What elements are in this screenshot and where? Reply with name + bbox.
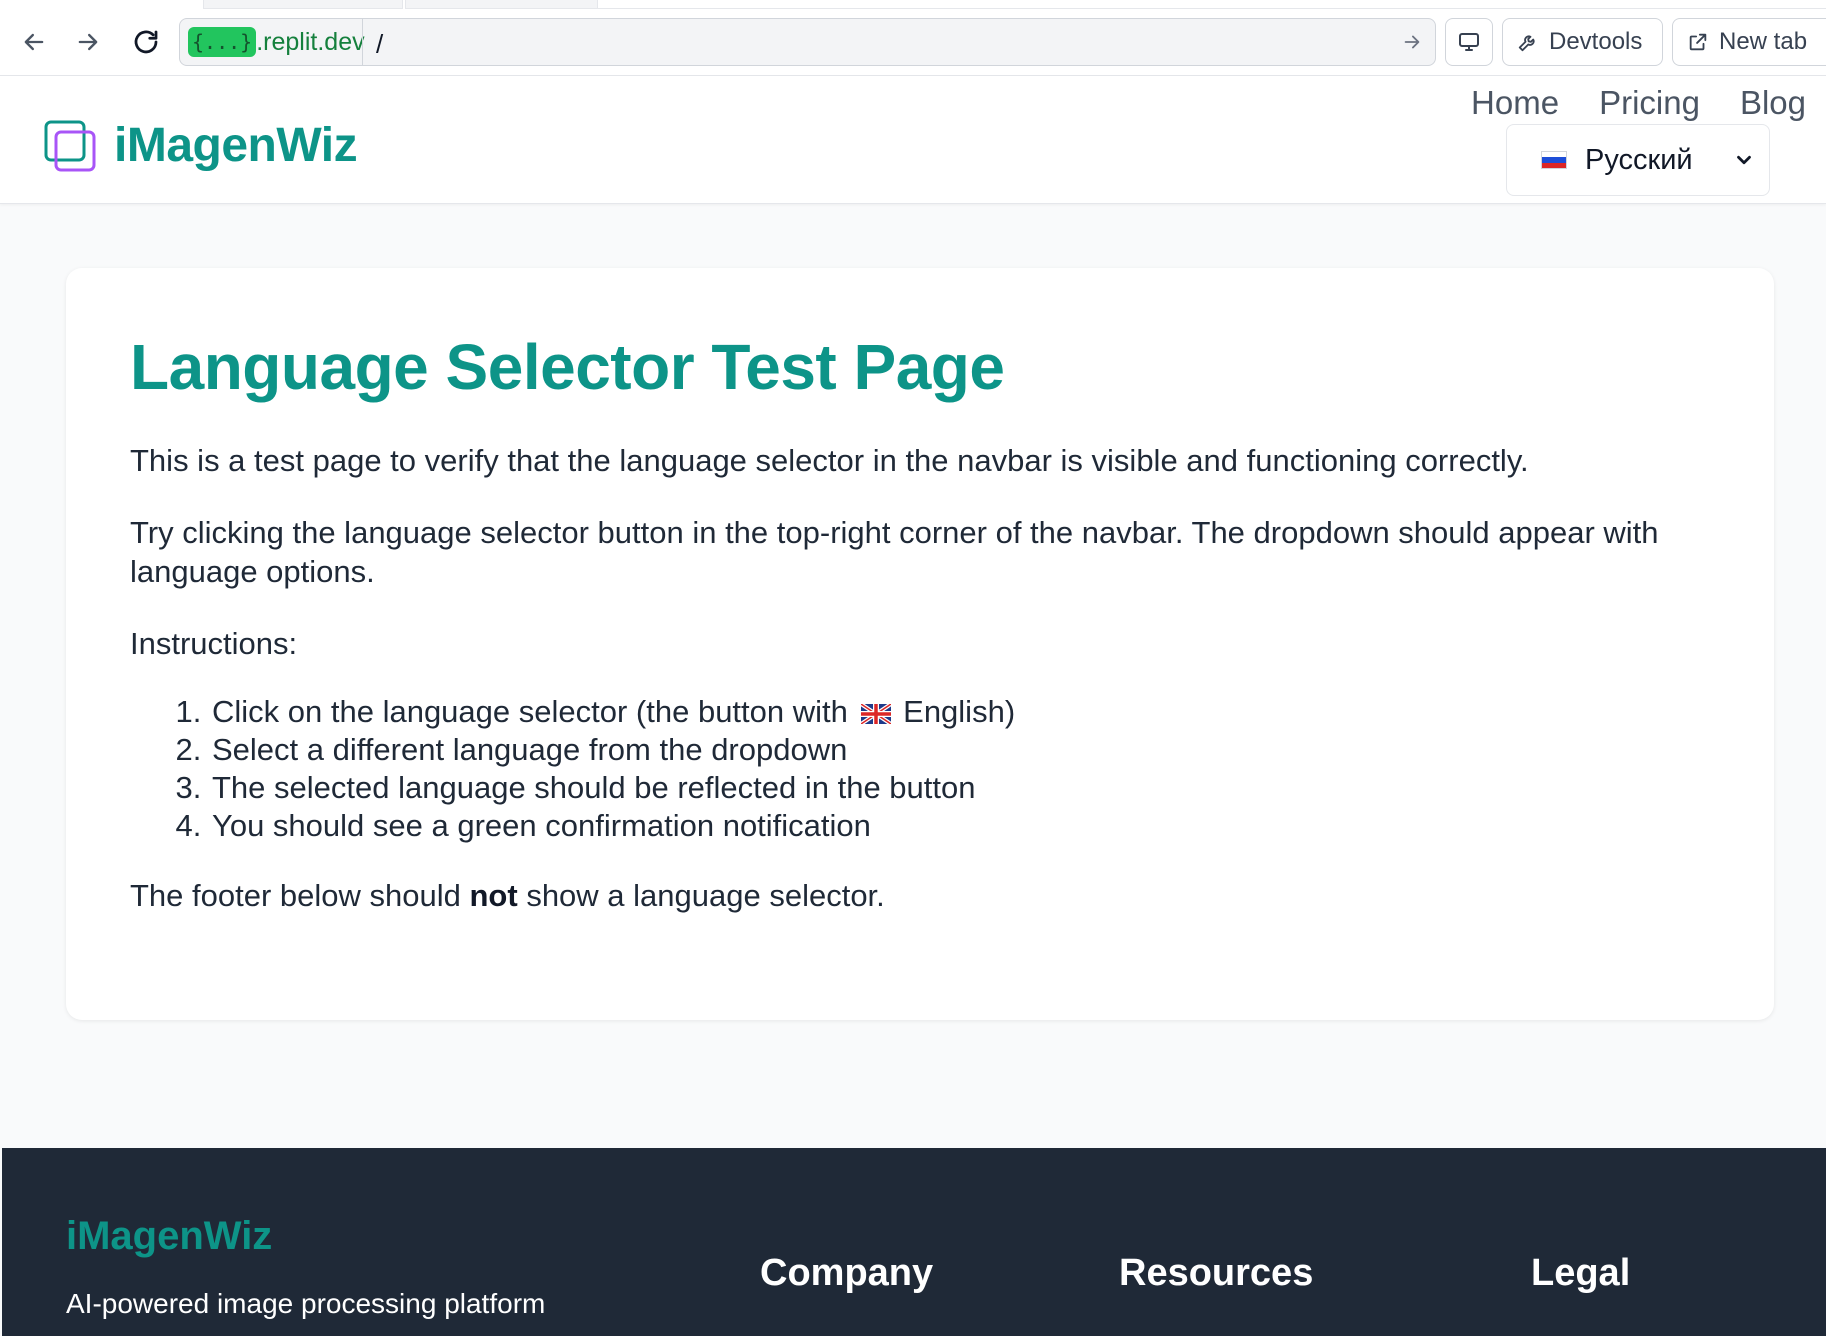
footer-note: The footer below should not show a langu… (130, 877, 1710, 916)
site-navbar: iMagenWiz Home Pricing Blog Русский (0, 76, 1826, 204)
list-item: The selected language should be reflecte… (210, 769, 1710, 807)
nav-link-blog[interactable]: Blog (1740, 84, 1806, 122)
footer-heading-legal: Legal (1531, 1252, 1631, 1294)
language-selector-button[interactable]: Русский (1506, 124, 1770, 196)
new-tab-label: New tab (1719, 28, 1808, 55)
address-bar[interactable]: {...} .replit.dev / (179, 18, 1436, 66)
content-card: Language Selector Test Page This is a te… (66, 268, 1774, 1020)
go-arrow-icon[interactable] (1401, 31, 1423, 58)
nav-link-pricing[interactable]: Pricing (1599, 84, 1700, 122)
list-item: You should see a green confirmation noti… (210, 807, 1710, 845)
reload-icon (134, 30, 158, 54)
browser-tab[interactable] (203, 0, 403, 9)
nav-link-home[interactable]: Home (1471, 84, 1559, 122)
russia-flag-icon (1541, 151, 1567, 169)
footer-tagline: AI-powered image processing platform (66, 1288, 546, 1319)
url-path[interactable]: / (376, 29, 383, 60)
try-paragraph: Try clicking the language selector butto… (130, 515, 1659, 589)
browser-chrome: {...} .replit.dev / Devtools New tab (0, 0, 1826, 76)
reload-button[interactable] (126, 22, 166, 62)
chevron-down-icon (1736, 155, 1751, 165)
devtools-button[interactable]: Devtools (1502, 18, 1663, 66)
arrow-left-icon (24, 33, 44, 51)
forward-button[interactable] (68, 22, 108, 62)
intro-paragraph: This is a test page to verify that the l… (130, 443, 1529, 479)
devtools-label: Devtools (1549, 28, 1643, 55)
nav-links: Home Pricing Blog (1471, 84, 1806, 122)
site-footer: iMagenWiz AI-powered image processing pl… (2, 1148, 1826, 1336)
page-title: Language Selector Test Page (130, 331, 1005, 403)
back-button[interactable] (14, 22, 54, 62)
tab-strip (0, 0, 1826, 10)
list-item: Select a different language from the dro… (210, 731, 1710, 769)
url-host: {...} .replit.dev (188, 27, 365, 57)
footer-note-end: show a language selector. (517, 878, 885, 914)
logo-squares-icon (44, 120, 96, 172)
instruction-steps: Click on the language selector (the butt… (210, 693, 1710, 845)
url-host-badge: {...} (188, 27, 257, 57)
footer-brand[interactable]: iMagenWiz (66, 1214, 272, 1259)
language-label: Русский (1585, 143, 1693, 176)
url-host-text: .replit.dev (256, 27, 365, 56)
uk-flag-icon (860, 704, 891, 725)
footer-heading-company: Company (760, 1252, 934, 1294)
external-link-icon (1689, 33, 1707, 51)
arrow-right-icon (78, 33, 98, 51)
wrench-icon (1518, 35, 1535, 52)
step-1-suffix: English) (903, 694, 1016, 730)
list-item: Click on the language selector (the butt… (210, 693, 1710, 731)
step-1-text: Click on the language selector (the butt… (212, 694, 848, 730)
footer-note-emphasis: not (469, 878, 518, 914)
instructions-label: Instructions: (130, 625, 298, 661)
monitor-icon (1459, 33, 1479, 51)
new-tab-button[interactable]: New tab (1672, 18, 1826, 66)
footer-note-start: The footer below should (130, 878, 470, 914)
device-preview-button[interactable] (1445, 18, 1493, 66)
brand-name: iMagenWiz (114, 119, 358, 172)
footer-heading-resources: Resources (1119, 1252, 1314, 1294)
brand-logo[interactable]: iMagenWiz (44, 118, 358, 173)
browser-tab[interactable] (405, 0, 598, 9)
